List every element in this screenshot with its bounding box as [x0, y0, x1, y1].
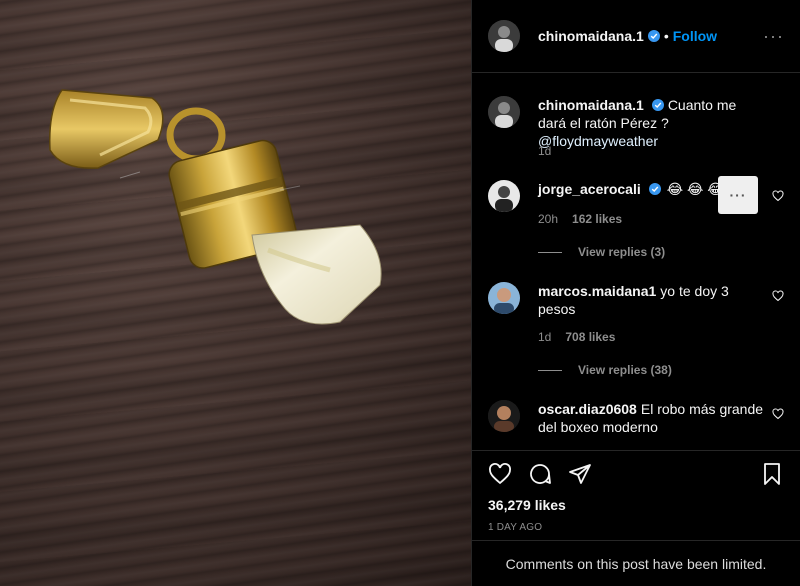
- post-photo[interactable]: [0, 0, 471, 586]
- comment-time: 20h: [538, 212, 559, 226]
- comment-meta: 20h 162 likes: [538, 212, 636, 226]
- view-replies-button[interactable]: View replies (3): [538, 245, 665, 259]
- post-modal: chinomaidana.1 • Follow ··· chinomaidana…: [0, 0, 800, 586]
- divider-line: [538, 369, 562, 371]
- comment-text: oscar.diaz0608 El robo más grande del box…: [538, 400, 784, 436]
- post-side-panel: chinomaidana.1 • Follow ··· chinomaidana…: [471, 0, 800, 586]
- author-username[interactable]: chinomaidana.1: [538, 28, 644, 44]
- commenter-username[interactable]: oscar.diaz0608: [538, 401, 637, 417]
- caption-time: 1d: [538, 144, 552, 158]
- comment-likes[interactable]: 708 likes: [565, 330, 615, 344]
- view-replies-label: View replies (3): [578, 245, 666, 259]
- bookmark-icon[interactable]: [760, 462, 784, 486]
- likes-count[interactable]: 36,279 likes: [488, 497, 784, 513]
- post-header: chinomaidana.1 • Follow ···: [472, 0, 800, 73]
- heart-icon[interactable]: [488, 462, 512, 486]
- share-icon[interactable]: [568, 462, 592, 486]
- comment-text: marcos.maidana1 yo te doy 3 pesos: [538, 282, 784, 318]
- caption-meta: 1d: [538, 144, 565, 158]
- separator-dot: •: [663, 28, 669, 44]
- commenter-avatar[interactable]: [488, 180, 520, 212]
- post-timestamp[interactable]: 1 DAY AGO: [488, 522, 784, 533]
- comment-row: oscar.diaz0608 El robo más grande del box…: [488, 400, 784, 436]
- comment-like-icon[interactable]: [772, 190, 784, 202]
- verified-badge-icon: [648, 183, 661, 195]
- caption-username[interactable]: chinomaidana.1: [538, 97, 644, 113]
- caption-row: chinomaidana.1 Cuanto me dará el ratón Pé…: [488, 96, 784, 150]
- comment-likes[interactable]: 162 likes: [572, 212, 622, 226]
- comment-meta: 1d 708 likes: [538, 330, 629, 344]
- comment-icon[interactable]: [528, 462, 552, 486]
- view-replies-label: View replies (38): [578, 363, 672, 377]
- more-options-icon[interactable]: ···: [763, 26, 784, 47]
- author-avatar[interactable]: [488, 20, 520, 52]
- comment-row: marcos.maidana1 yo te doy 3 pesos: [488, 282, 784, 318]
- commenter-username[interactable]: marcos.maidana1: [538, 283, 656, 299]
- comment-time: 1d: [538, 330, 552, 344]
- follow-button[interactable]: Follow: [673, 28, 717, 44]
- post-actions: 36,279 likes 1 DAY AGO: [472, 450, 800, 540]
- divider-line: [538, 251, 562, 253]
- view-replies-button[interactable]: View replies (38): [538, 363, 672, 377]
- verified-badge-icon: [651, 99, 664, 111]
- caption-text: chinomaidana.1 Cuanto me dará el ratón Pé…: [538, 96, 784, 150]
- commenter-avatar[interactable]: [488, 282, 520, 314]
- tooth-pendant-image: [49, 89, 382, 325]
- caption-avatar[interactable]: [488, 96, 520, 128]
- comments-list[interactable]: chinomaidana.1 Cuanto me dará el ratón Pé…: [472, 74, 800, 450]
- comment-like-icon[interactable]: [772, 408, 784, 420]
- comment-like-icon[interactable]: [772, 290, 784, 302]
- comments-limited-notice: Comments on this post have been limited.: [472, 540, 800, 586]
- commenter-avatar[interactable]: [488, 400, 520, 432]
- verified-badge-icon: [647, 30, 660, 42]
- commenter-username[interactable]: jorge_acerocali: [538, 181, 641, 197]
- action-icons: [488, 451, 784, 497]
- comment-options-button[interactable]: ···: [718, 176, 758, 214]
